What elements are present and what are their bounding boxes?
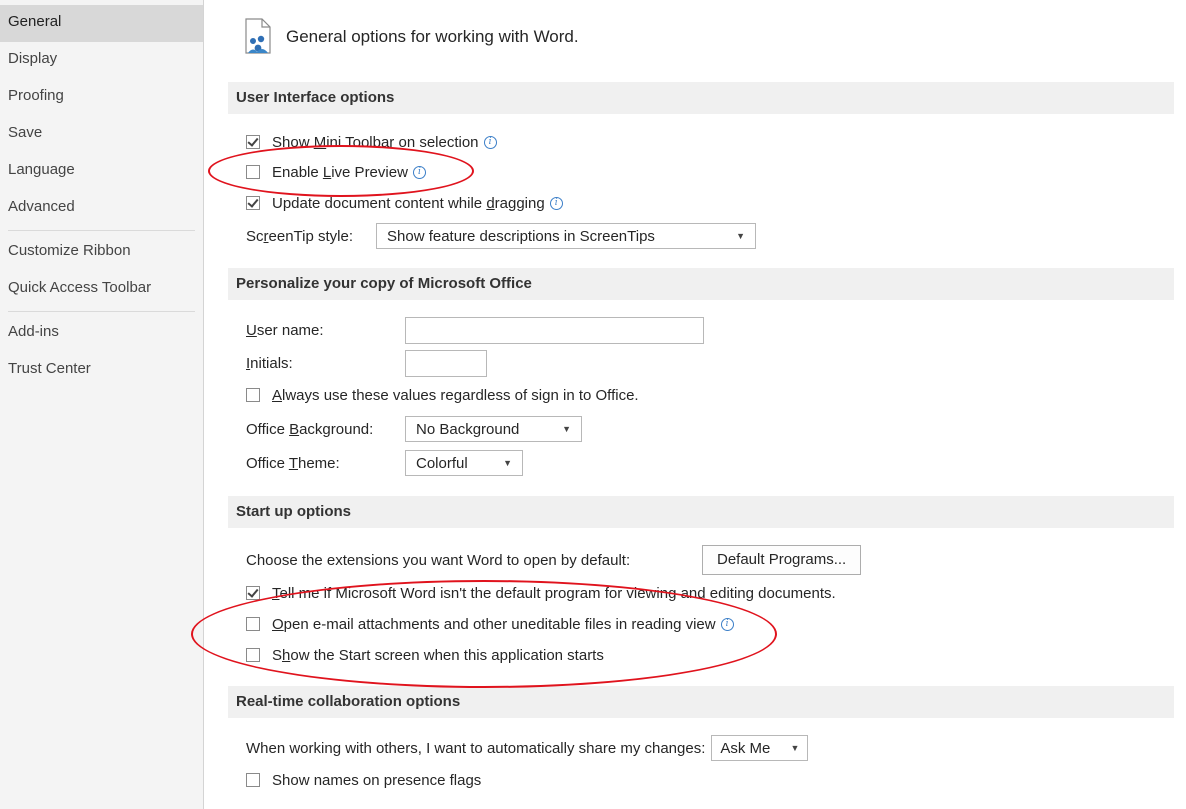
screentip-row: ScreenTip style: Show feature descriptio… <box>246 223 756 249</box>
sidebar-item-proofing[interactable]: Proofing <box>0 79 203 116</box>
always-use-checkbox[interactable] <box>246 388 260 402</box>
username-row: User name: <box>246 316 704 344</box>
chevron-down-icon: ▼ <box>790 743 800 753</box>
section-user-interface: User Interface options <box>228 82 1174 114</box>
general-options-icon <box>240 17 276 57</box>
sidebar-item-trust-center[interactable]: Trust Center <box>0 352 203 389</box>
share-changes-text: When working with others, I want to auto… <box>246 739 706 757</box>
screentip-label: ScreenTip style: <box>246 227 354 245</box>
options-sidebar: General Display Proofing Save Language A… <box>0 0 204 809</box>
screentip-style-dropdown[interactable]: Show feature descriptions in ScreenTips ▼ <box>376 223 756 249</box>
presence-flags-label: Show names on presence flags <box>272 771 482 789</box>
section-realtime: Real-time collaboration options <box>228 686 1174 718</box>
background-row: Office Background: No Background ▼ <box>246 416 582 442</box>
chevron-down-icon: ▼ <box>503 458 512 468</box>
sidebar-item-general[interactable]: General <box>0 5 203 42</box>
update-content-checkbox[interactable] <box>246 196 260 210</box>
options-main-panel: General options for working with Word. U… <box>191 0 1186 809</box>
default-programs-button[interactable]: Default Programs... <box>702 545 862 575</box>
chevron-down-icon: ▼ <box>562 424 571 434</box>
sidebar-item-save[interactable]: Save <box>0 116 203 153</box>
section-startup: Start up options <box>228 496 1174 528</box>
info-icon[interactable]: i <box>483 135 497 149</box>
theme-label: Office Theme: <box>246 454 340 472</box>
background-value: No Background <box>416 420 520 438</box>
share-changes-row: When working with others, I want to auto… <box>246 735 809 761</box>
office-theme-dropdown[interactable]: Colorful ▼ <box>405 450 523 476</box>
office-background-dropdown[interactable]: No Background ▼ <box>405 416 582 442</box>
update-content-label: Update document content while dragging <box>272 194 545 212</box>
page-header: General options for working with Word. <box>240 17 579 57</box>
theme-value: Colorful <box>416 454 468 472</box>
username-field[interactable] <box>405 316 704 344</box>
background-label: Office Background: <box>246 420 374 438</box>
sidebar-item-advanced[interactable]: Advanced <box>0 190 203 227</box>
screentip-value: Show feature descriptions in ScreenTips <box>387 227 655 245</box>
sidebar-divider <box>8 311 195 312</box>
option-always-use[interactable]: Always use these values regardless of si… <box>246 382 639 408</box>
option-presence-flags[interactable]: Show names on presence flags <box>246 767 481 793</box>
extensions-text: Choose the extensions you want Word to o… <box>246 551 631 569</box>
extensions-row: Choose the extensions you want Word to o… <box>246 545 862 575</box>
sidebar-item-display[interactable]: Display <box>0 42 203 79</box>
sidebar-item-add-ins[interactable]: Add-ins <box>0 315 203 352</box>
sidebar-item-customize-ribbon[interactable]: Customize Ribbon <box>0 234 203 271</box>
initials-row: Initials: <box>246 349 487 377</box>
page-title: General options for working with Word. <box>286 27 579 46</box>
section-personalize: Personalize your copy of Microsoft Offic… <box>228 268 1174 300</box>
info-icon[interactable]: i <box>549 196 563 210</box>
sidebar-item-quick-access-toolbar[interactable]: Quick Access Toolbar <box>0 271 203 308</box>
annotation-ellipse <box>208 145 474 197</box>
tell-me-default-checkbox[interactable] <box>246 586 260 600</box>
chevron-down-icon: ▼ <box>736 231 745 241</box>
initials-label: Initials: <box>246 354 293 372</box>
annotation-ellipse <box>191 580 777 688</box>
username-label: User name: <box>246 321 324 339</box>
presence-flags-checkbox[interactable] <box>246 773 260 787</box>
sidebar-item-language[interactable]: Language <box>0 153 203 190</box>
always-use-label: Always use these values regardless of si… <box>272 386 639 404</box>
initials-field[interactable] <box>405 349 487 377</box>
theme-row: Office Theme: Colorful ▼ <box>246 450 523 476</box>
mini-toolbar-checkbox[interactable] <box>246 135 260 149</box>
share-value: Ask Me <box>720 739 771 757</box>
share-changes-dropdown[interactable]: Ask Me ▼ <box>711 735 809 761</box>
sidebar-divider <box>8 230 195 231</box>
